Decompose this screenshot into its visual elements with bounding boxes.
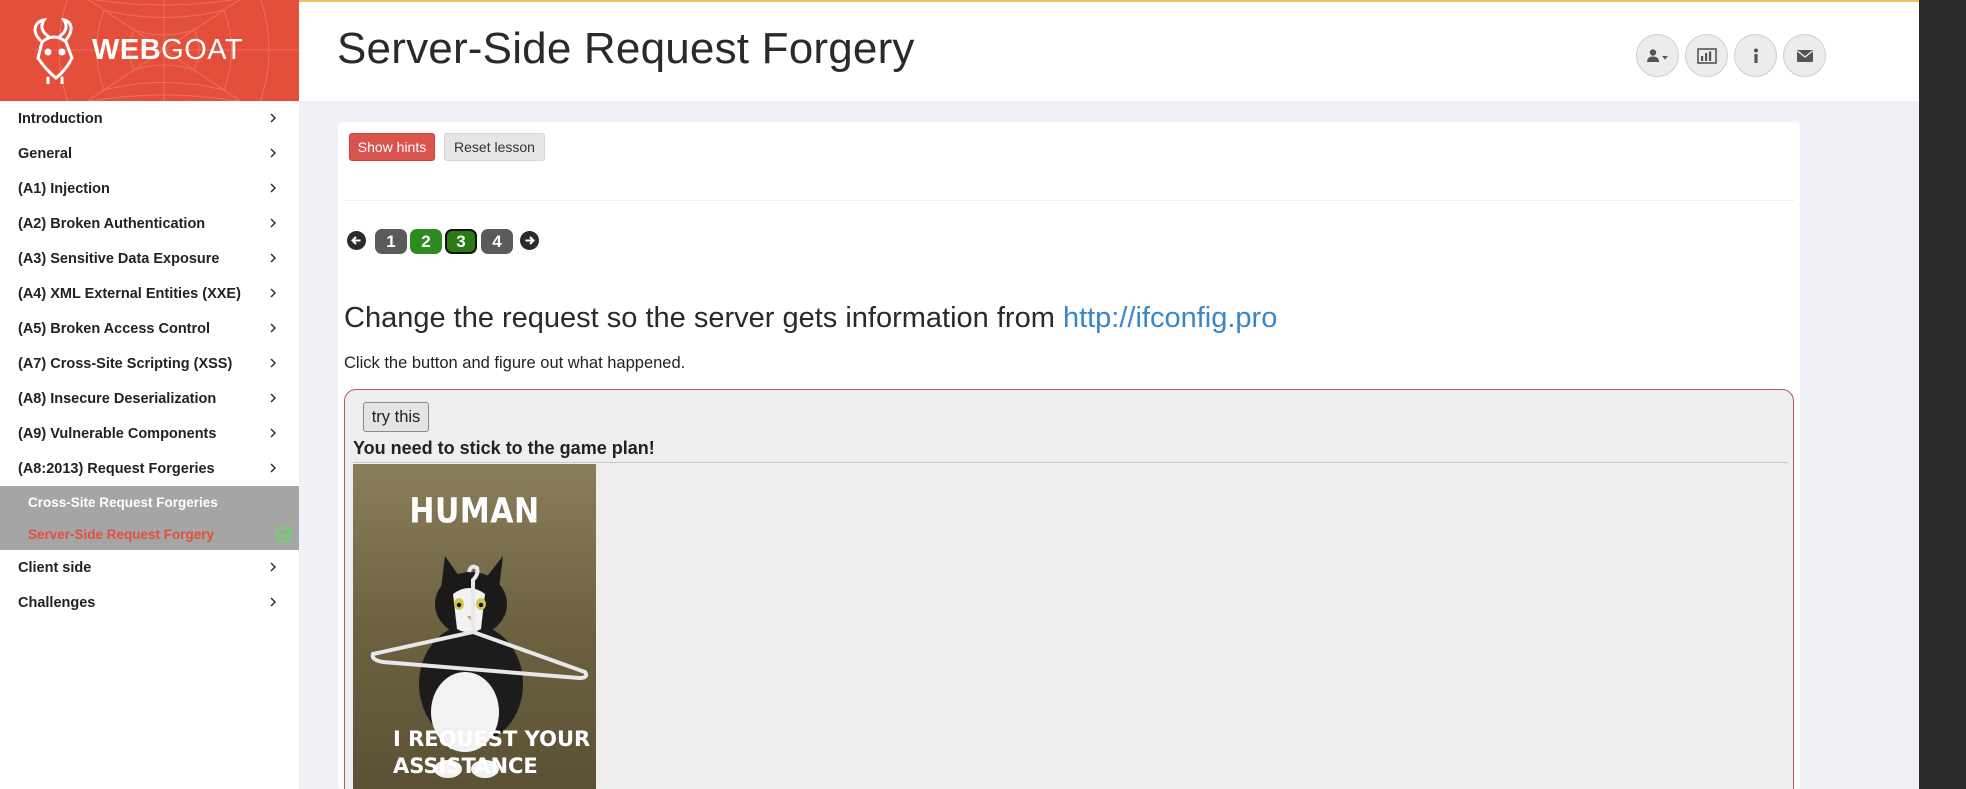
sidebar-subitem-label: Server-Side Request Forgery bbox=[28, 526, 215, 542]
completed-check-icon bbox=[276, 526, 293, 542]
show-hints-button[interactable]: Show hints bbox=[349, 133, 435, 161]
page-button-4[interactable]: 4 bbox=[481, 229, 513, 254]
cat-meme-image: HUMAN I REQUEST YOUR ASSISTANCE bbox=[353, 464, 596, 789]
chevron-right-icon bbox=[270, 253, 277, 263]
sidebar: WEBGOAT Introduction General (A1) Inject… bbox=[0, 0, 299, 789]
info-icon bbox=[1753, 48, 1758, 63]
sidebar-item-label: (A7) Cross-Site Scripting (XSS) bbox=[18, 355, 233, 372]
sidebar-item-label: (A1) Injection bbox=[18, 180, 110, 197]
sidebar-item-injection[interactable]: (A1) Injection bbox=[0, 171, 299, 206]
sidebar-item-label: (A4) XML External Entities (XXE) bbox=[18, 285, 241, 302]
meme-caption-bottom: I REQUEST YOUR ASSISTANCE bbox=[393, 726, 593, 780]
lesson-instructions: Click the button and figure out what hap… bbox=[344, 354, 686, 372]
about-button[interactable] bbox=[1734, 34, 1777, 77]
chevron-right-icon bbox=[270, 113, 277, 123]
sidebar-item-insecure-deserialization[interactable]: (A8) Insecure Deserialization bbox=[0, 381, 299, 416]
chevron-right-icon bbox=[270, 148, 277, 158]
page-button-1[interactable]: 1 bbox=[375, 229, 407, 254]
chevron-right-icon bbox=[270, 597, 277, 607]
lesson-heading: Change the request so the server gets in… bbox=[344, 302, 1277, 335]
divider bbox=[344, 200, 1794, 201]
arrow-right-icon bbox=[525, 236, 535, 245]
chevron-right-icon bbox=[270, 562, 277, 572]
sidebar-submenu: Cross-Site Request Forgeries Server-Side… bbox=[0, 486, 299, 550]
sidebar-subitem-ssrf[interactable]: Server-Side Request Forgery bbox=[0, 518, 299, 550]
feedback-message: You need to stick to the game plan! bbox=[353, 438, 655, 458]
brand-header[interactable]: WEBGOAT bbox=[0, 0, 299, 101]
chevron-right-icon bbox=[270, 358, 277, 368]
sidebar-item-label: (A2) Broken Authentication bbox=[18, 215, 206, 232]
page-button-2[interactable]: 2 bbox=[410, 229, 442, 254]
chevron-right-icon bbox=[270, 218, 277, 228]
divider bbox=[353, 462, 1788, 463]
lesson-panel: Show hints Reset lesson 1 2 3 4 Change t… bbox=[338, 122, 1800, 789]
envelope-icon bbox=[1796, 49, 1813, 62]
chevron-right-icon bbox=[270, 463, 277, 473]
goat-logo-icon bbox=[33, 18, 74, 84]
chevron-right-icon bbox=[270, 393, 277, 403]
sidebar-nav: Introduction General (A1) Injection (A2)… bbox=[0, 101, 299, 620]
sidebar-item-label: (A5) Broken Access Control bbox=[18, 320, 211, 337]
report-card-button[interactable] bbox=[1685, 34, 1728, 77]
chart-icon bbox=[1696, 47, 1717, 64]
sidebar-item-broken-authentication[interactable]: (A2) Broken Authentication bbox=[0, 206, 299, 241]
sidebar-item-label: (A8:2013) Request Forgeries bbox=[18, 460, 215, 477]
ifconfig-link[interactable]: http://ifconfig.pro bbox=[1063, 302, 1277, 334]
user-icon bbox=[1646, 48, 1668, 62]
sidebar-item-label: (A8) Insecure Deserialization bbox=[18, 390, 217, 407]
sidebar-item-introduction[interactable]: Introduction bbox=[0, 101, 299, 136]
reset-lesson-button[interactable]: Reset lesson bbox=[444, 133, 545, 161]
sidebar-item-general[interactable]: General bbox=[0, 136, 299, 171]
page-header: Server-Side Request Forgery bbox=[299, 2, 1919, 101]
sidebar-item-label: Challenges bbox=[18, 594, 96, 611]
meme-caption-line: I REQUEST YOUR bbox=[393, 727, 591, 751]
sidebar-item-sensitive-data-exposure[interactable]: (A3) Sensitive Data Exposure bbox=[0, 241, 299, 276]
contact-button[interactable] bbox=[1783, 34, 1826, 77]
page-button-3[interactable]: 3 bbox=[445, 229, 477, 254]
sidebar-item-xss[interactable]: (A7) Cross-Site Scripting (XSS) bbox=[0, 346, 299, 381]
sidebar-subitem-label: Cross-Site Request Forgeries bbox=[28, 494, 218, 510]
sidebar-item-challenges[interactable]: Challenges bbox=[0, 585, 299, 620]
sidebar-item-xxe[interactable]: (A4) XML External Entities (XXE) bbox=[0, 276, 299, 311]
chevron-right-icon bbox=[270, 428, 277, 438]
window-edge bbox=[1919, 0, 1966, 789]
chevron-right-icon bbox=[270, 183, 277, 193]
chevron-right-icon bbox=[270, 323, 277, 333]
sidebar-item-label: (A9) Vulnerable Components bbox=[18, 425, 217, 442]
sidebar-item-vulnerable-components[interactable]: (A9) Vulnerable Components bbox=[0, 416, 299, 451]
chevron-right-icon bbox=[270, 288, 277, 298]
sidebar-item-label: Introduction bbox=[18, 110, 103, 127]
next-page-button[interactable] bbox=[520, 231, 539, 250]
sidebar-item-label: General bbox=[18, 145, 72, 162]
webgoat-page: WEBGOAT Introduction General (A1) Inject… bbox=[0, 0, 1966, 789]
meme-caption-line: ASSISTANCE bbox=[393, 754, 538, 778]
attack-container: try this You need to stick to the game p… bbox=[344, 389, 1794, 789]
sidebar-item-client-side[interactable]: Client side bbox=[0, 550, 299, 585]
sidebar-item-label: Client side bbox=[18, 559, 92, 576]
sidebar-item-broken-access-control[interactable]: (A5) Broken Access Control bbox=[0, 311, 299, 346]
page-title: Server-Side Request Forgery bbox=[337, 24, 915, 73]
prev-page-button[interactable] bbox=[347, 231, 366, 250]
arrow-left-icon bbox=[351, 236, 361, 245]
brand-name: WEBGOAT bbox=[92, 34, 244, 66]
sidebar-item-request-forgeries[interactable]: (A8:2013) Request Forgeries bbox=[0, 451, 299, 486]
sidebar-item-label: (A3) Sensitive Data Exposure bbox=[18, 250, 220, 267]
sidebar-subitem-csrf[interactable]: Cross-Site Request Forgeries bbox=[0, 486, 299, 518]
user-menu-button[interactable] bbox=[1636, 34, 1679, 77]
lesson-heading-text: Change the request so the server gets in… bbox=[344, 302, 1063, 334]
meme-caption-top: HUMAN bbox=[409, 491, 540, 532]
try-this-button[interactable]: try this bbox=[363, 402, 429, 432]
